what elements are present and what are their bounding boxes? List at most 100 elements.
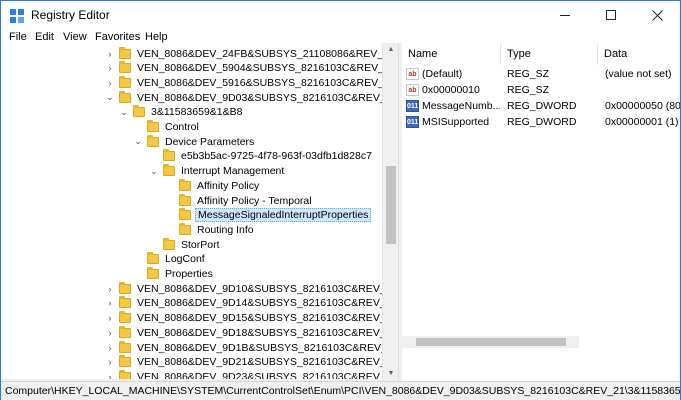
chevron-down-icon[interactable]: ⌄ [133,136,143,147]
minimize-button[interactable] [542,1,588,29]
minimize-icon [560,14,570,16]
chevron-right-icon[interactable]: › [105,343,115,353]
folder-icon [119,340,131,353]
tree-node[interactable]: StorPort [149,237,222,252]
folder-icon [179,208,191,221]
tree-node[interactable]: › VEN_8086&DEV_9D18&SUBSYS_8216103C&REV_F… [105,325,398,340]
title-bar[interactable]: Registry Editor [1,1,680,29]
menu-view[interactable]: View [63,31,87,43]
folder-icon [119,46,131,59]
folder-icon [147,134,159,147]
folder-icon [179,178,191,191]
chevron-right-icon[interactable]: › [105,78,115,88]
value-row[interactable]: ab (Default) REG_SZ (value not set) [402,67,680,82]
chevron-right-icon[interactable]: › [105,298,115,308]
values-horizontal-scrollbar[interactable] [402,336,579,348]
close-button[interactable] [634,1,680,29]
column-header-name[interactable]: Name [402,43,501,65]
value-data: 0x00000050 (80) [605,100,680,112]
tree-node-label: VEN_8086&DEV_9D14&SUBSYS_8216103C&REV_F1 [137,297,398,310]
tree-node-label: Device Parameters [165,135,255,148]
tree-node[interactable]: › VEN_8086&DEV_5916&SUBSYS_8216103C&REV_0… [105,75,398,90]
close-icon [651,9,663,21]
menu-edit[interactable]: Edit [35,31,54,43]
value-name: MessageNumb... [422,100,500,112]
tree-node-label: VEN_8086&DEV_9D03&SUBSYS_8216103C&REV_21 [137,91,398,104]
folder-icon [119,311,131,324]
tree-node[interactable]: LogConf [133,252,207,267]
tree-node[interactable]: › VEN_8086&DEV_9D1B&SUBSYS_8216103C&REV_F… [105,340,398,355]
chevron-right-icon[interactable]: › [105,328,115,338]
tree-node[interactable]: ⌄ Interrupt Management [149,164,286,179]
tree-node-label: VEN_8086&DEV_9D21&SUBSYS_8216103C&REV_21 [137,356,398,369]
tree-node[interactable]: Affinity Policy - Temporal [165,193,314,208]
tree-vertical-scrollbar[interactable]: ▲ ▼ [382,43,398,381]
menu-help[interactable]: Help [145,31,168,43]
tree-node[interactable]: Affinity Policy [165,178,261,193]
registry-key-tree[interactable]: › VEN_8086&DEV_24FB&SUBSYS_21108086&REV_1… [1,43,398,381]
scroll-up-icon[interactable]: ▲ [383,43,399,57]
values-scroll-thumb[interactable] [416,338,566,346]
dword-value-icon: 011 [406,116,419,128]
tree-node-label: StorPort [181,238,220,251]
tree-node-label: VEN_8086&DEV_9D15&SUBSYS_8216103C&REV_F1 [137,312,398,325]
tree-node-label: MessageSignaledInterruptProperties [195,208,372,223]
chevron-down-icon[interactable]: ⌄ [149,166,159,177]
column-header-data[interactable]: Data [598,43,680,65]
tree-node[interactable]: ⌄ 3&11583659&1&B8 [119,105,244,120]
tree-node[interactable]: Properties [133,267,215,282]
chevron-down-icon[interactable]: ⌄ [105,92,115,103]
value-data: (value not set) [605,68,672,80]
tree-node[interactable]: › VEN_8086&DEV_9D14&SUBSYS_8216103C&REV_F… [105,296,398,311]
folder-icon [119,325,131,338]
chevron-right-icon[interactable]: › [105,313,115,323]
chevron-right-icon[interactable]: › [105,49,115,59]
tree-node-label: VEN_8086&DEV_9D1B&SUBSYS_8216103C&REV_F1 [137,341,398,354]
tree-node[interactable]: ⌄ Device Parameters [133,134,256,149]
window-title: Registry Editor [31,8,110,22]
tree-node[interactable]: › VEN_8086&DEV_24FB&SUBSYS_21108086&REV_1… [105,46,397,61]
value-row[interactable]: 011 MessageNumb... REG_DWORD 0x00000050 (80… [402,99,680,114]
tree-node[interactable]: e5b3b5ac-9725-4f78-963f-03dfb1d828c7 [149,149,374,164]
tree-node-label: 3&11583659&1&B8 [151,106,243,119]
maximize-button[interactable] [588,1,634,29]
tree-node[interactable]: › VEN_8086&DEV_9D10&SUBSYS_8216103C&REV_F… [105,281,398,296]
chevron-right-icon[interactable]: › [105,63,115,73]
column-header-type[interactable]: Type [501,43,598,65]
tree-node-label: Properties [165,268,213,280]
folder-icon [119,296,131,309]
registry-values-list[interactable]: Name Type Data ab (Default) REG_SZ (value n… [402,43,680,381]
chevron-right-icon[interactable]: › [105,357,115,367]
tree-node-label: Control [165,121,199,133]
value-type: REG_SZ [507,84,550,96]
tree-node[interactable]: › VEN_8086&DEV_5904&SUBSYS_8216103C&REV_0… [105,61,398,76]
menu-file[interactable]: File [9,31,27,43]
tree-node[interactable]: Routing Info [165,222,256,237]
tree-node-label: Interrupt Management [181,165,285,178]
status-bar-path: Computer\HKEY_LOCAL_MACHINE\SYSTEM\Curre… [1,381,680,400]
value-data: 0x00000001 (1) [605,116,679,128]
folder-icon [147,252,159,265]
tree-node[interactable]: ⌄ VEN_8086&DEV_9D03&SUBSYS_8216103C&REV_2… [105,90,398,105]
folder-icon [179,222,191,235]
maximize-icon [606,10,616,20]
string-value-icon: ab [406,84,419,96]
tree-node[interactable]: Control [133,120,201,135]
value-row[interactable]: 011 MSISupported REG_DWORD 0x00000001 (1) [402,115,680,130]
menu-favorites[interactable]: Favorites [95,31,140,43]
tree-node[interactable]: › VEN_8086&DEV_9D21&SUBSYS_8216103C&REV_2… [105,355,398,370]
value-row[interactable]: ab 0x00000010 REG_SZ [402,83,680,98]
chevron-down-icon[interactable]: ⌄ [119,107,129,118]
tree-node-label: VEN_8086&DEV_5904&SUBSYS_8216103C&REV_02 [137,62,396,75]
chevron-right-icon[interactable]: › [105,284,115,294]
tree-node-label: VEN_8086&DEV_9D10&SUBSYS_8216103C&REV_F1 [137,282,398,295]
folder-icon [119,90,131,103]
folder-icon [133,105,145,118]
value-name: 0x00000010 [422,84,480,96]
value-type: REG_SZ [507,68,550,80]
tree-scroll-thumb[interactable] [386,166,396,244]
string-value-icon: ab [406,68,419,80]
tree-node[interactable]: MessageSignaledInterruptProperties [165,208,372,223]
tree-node[interactable]: › VEN_8086&DEV_9D15&SUBSYS_8216103C&REV_F… [105,311,398,326]
tree-node-label: Routing Info [197,223,254,236]
